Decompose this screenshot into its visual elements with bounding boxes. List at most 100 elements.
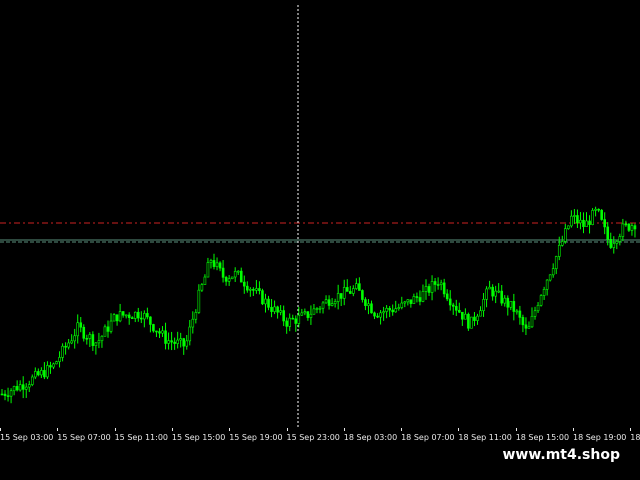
candle-body: [52, 363, 55, 368]
candle-body: [579, 219, 582, 224]
candle-body: [97, 340, 101, 344]
candle-body: [24, 386, 28, 390]
time-axis-label: 18 Sep 19:00: [573, 433, 627, 442]
candle-body: [215, 262, 219, 267]
candle-body: [76, 322, 80, 337]
candle-body: [497, 290, 500, 293]
candle-body: [276, 306, 279, 313]
candle-body: [264, 298, 267, 305]
candle-body: [394, 308, 398, 313]
candle-body: [560, 241, 564, 246]
candle-body: [124, 314, 128, 317]
candle-body: [494, 290, 497, 297]
time-axis-label: 18: [630, 433, 640, 442]
candle-body: [503, 297, 507, 304]
candle-body: [221, 267, 225, 278]
time-axis-label: 15 Sep 03:00: [0, 433, 54, 442]
time-axis-label: 18 Sep 15:00: [515, 433, 570, 442]
candle-body: [473, 316, 476, 321]
candle-body: [176, 339, 179, 344]
candle-body: [436, 284, 440, 286]
candle-body: [6, 395, 10, 397]
candle-body: [479, 310, 482, 317]
candle-body: [427, 286, 431, 293]
candle-body: [34, 371, 37, 378]
candle-body: [288, 317, 292, 327]
candle-body: [433, 281, 437, 285]
candle-body: [43, 370, 46, 378]
candle-body: [518, 310, 522, 318]
candle-body: [88, 334, 92, 339]
candle-body: [0, 393, 4, 396]
price-chart[interactable]: 15 Sep 03:00 15 Sep 07:00 15 Sep 11:00 15 S…: [0, 0, 640, 450]
time-axis-tick: [57, 428, 59, 431]
time-axis-label: 18 Sep 03:00: [343, 433, 398, 442]
candle-body: [167, 340, 170, 344]
candle-body: [136, 311, 140, 319]
candle-body: [227, 278, 231, 282]
candle-body: [282, 310, 285, 322]
candle-body: [418, 297, 422, 302]
candle-body: [548, 274, 552, 281]
candle-body: [403, 301, 407, 304]
candle-body: [551, 268, 555, 276]
candle-body: [179, 338, 182, 341]
candle-body: [485, 288, 488, 300]
candle-body: [355, 283, 358, 289]
candle-body: [197, 289, 201, 313]
candle-body: [103, 326, 107, 337]
candle-body: [339, 293, 343, 299]
candle-body: [27, 384, 31, 388]
candle-body: [315, 308, 319, 310]
candle-body: [206, 262, 210, 278]
chart-canvas[interactable]: [0, 0, 640, 450]
time-axis-tick: [171, 428, 173, 431]
candle-body: [285, 320, 288, 327]
candle-body: [309, 313, 313, 318]
time-axis-tick: [229, 428, 231, 431]
candle-body: [385, 307, 388, 312]
candle-body: [458, 309, 461, 313]
candle-body: [585, 220, 588, 227]
candle-body: [239, 270, 243, 283]
candle-body: [291, 317, 295, 320]
candle-body: [376, 315, 379, 318]
time-axis-tick: [630, 428, 632, 431]
candle-body: [121, 311, 125, 316]
candle-body: [373, 312, 376, 317]
candle-body: [118, 311, 122, 322]
candle-body: [470, 316, 473, 329]
candle-body: [382, 311, 385, 314]
candle-body: [73, 335, 76, 342]
candle-body: [70, 340, 73, 344]
candle-body: [30, 376, 34, 385]
candle-body: [200, 284, 204, 291]
time-axis-label: 15 Sep 11:00: [114, 433, 168, 442]
candle-body: [379, 312, 382, 318]
time-axis-label: 15 Sep 19:00: [229, 433, 283, 442]
candle-body: [467, 313, 470, 329]
candle-body: [633, 225, 637, 230]
time-axis-label: 18 Sep 11:00: [458, 433, 512, 442]
time-axis-label: 15 Sep 07:00: [57, 433, 111, 442]
candle-body: [246, 285, 249, 291]
candle-body: [300, 312, 304, 316]
candle-body: [612, 243, 616, 248]
candle-body: [270, 307, 273, 312]
candle-body: [3, 393, 7, 396]
candle-body: [524, 324, 528, 329]
candle-body: [294, 318, 298, 324]
candle-body: [127, 314, 131, 318]
candle-body: [606, 226, 610, 240]
candle-body: [15, 386, 19, 391]
candle-body: [9, 390, 13, 397]
candle-body: [324, 299, 328, 304]
candle-body: [364, 299, 367, 306]
candle-body: [61, 345, 64, 358]
candle-body: [345, 287, 349, 292]
candle-body: [624, 223, 628, 226]
candle-body: [488, 286, 491, 290]
candle-body: [615, 241, 619, 244]
candle-body: [533, 310, 537, 317]
candle-body: [557, 244, 561, 257]
